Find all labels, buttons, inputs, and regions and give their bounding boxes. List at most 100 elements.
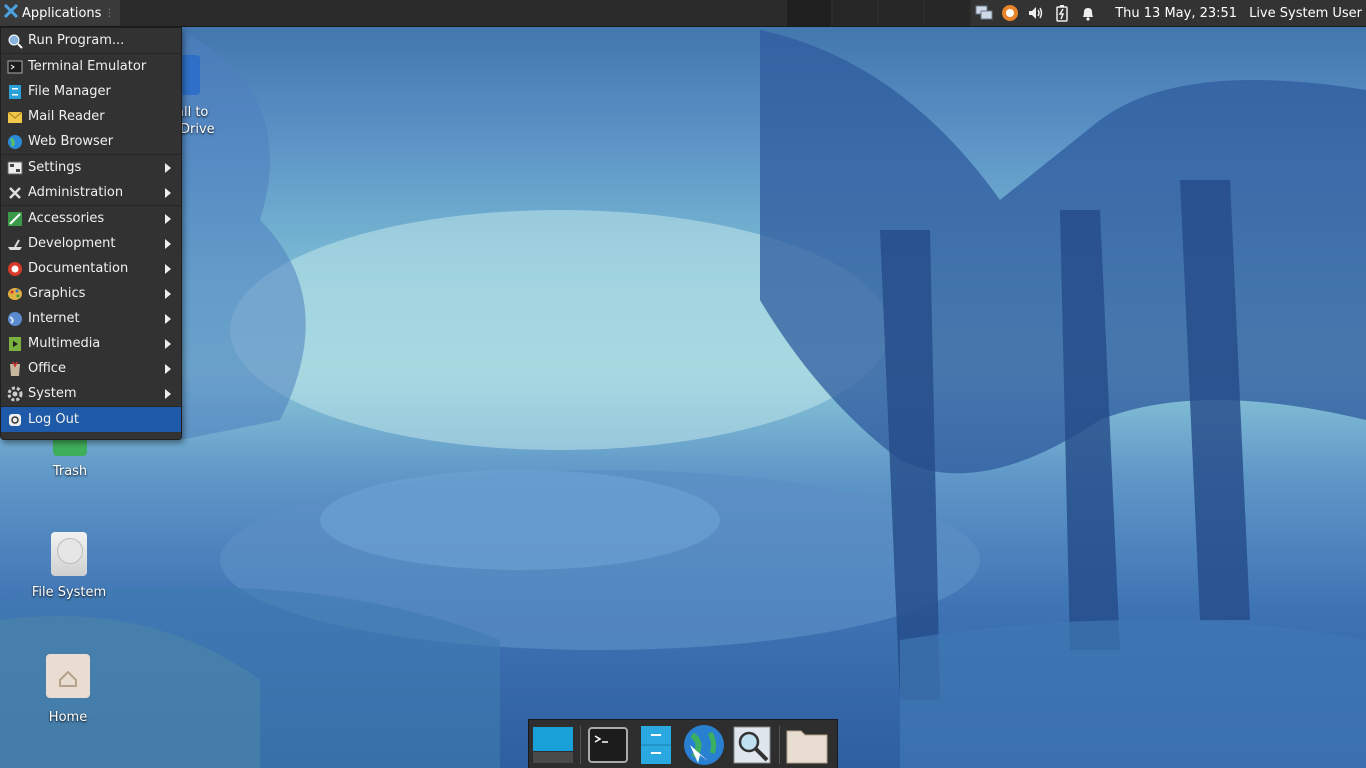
menu-item-graphics[interactable]: Graphics	[1, 281, 181, 306]
menu-item-accessories[interactable]: Accessories	[1, 206, 181, 231]
dock-separator	[779, 725, 780, 764]
submenu-arrow-icon	[165, 314, 171, 324]
accessories-icon	[7, 211, 23, 227]
office-icon	[7, 361, 23, 377]
menu-item-office[interactable]: Office	[1, 356, 181, 381]
desktop-icon-trash[interactable]: Trash	[25, 438, 115, 479]
web-browser-icon	[7, 134, 23, 150]
menu-item-label: Graphics	[28, 286, 86, 301]
menu-item-development[interactable]: Development	[1, 231, 181, 256]
dock-file-manager[interactable]	[634, 723, 678, 767]
dock-web-browser[interactable]	[682, 723, 726, 767]
dock-terminal[interactable]	[586, 723, 630, 767]
desktop-icon-home[interactable]: Home	[23, 654, 113, 725]
terminal-icon	[7, 59, 23, 75]
system-tray: Thu 13 May, 23:51 Live System User	[971, 0, 1366, 26]
menu-item-label: Web Browser	[28, 134, 114, 149]
menu-item-label: File Manager	[28, 84, 111, 99]
handle-icon: ⋮	[104, 7, 115, 19]
development-icon	[7, 236, 23, 252]
multimedia-icon	[7, 336, 23, 352]
xfce-logo-icon	[3, 3, 19, 22]
menu-item-system[interactable]: System	[1, 381, 181, 406]
trash-icon	[53, 438, 87, 456]
workspace-4[interactable]	[925, 0, 969, 26]
file-manager-icon	[641, 725, 671, 764]
desktop-icon-file-system[interactable]: File System	[24, 532, 114, 600]
menu-item-label: Multimedia	[28, 336, 101, 351]
documentation-icon	[7, 261, 23, 277]
menu-item-label: Terminal Emulator	[28, 59, 147, 74]
show-desktop-icon	[533, 726, 573, 763]
terminal-icon	[588, 726, 628, 763]
menu-item-label: Administration	[28, 185, 124, 200]
network-icon[interactable]	[975, 4, 993, 22]
applications-menu-button[interactable]: Applications ⋮	[0, 0, 121, 26]
menu-item-file-manager[interactable]: File Manager	[1, 79, 181, 104]
workspace-3[interactable]	[879, 0, 923, 26]
applications-menu: Run Program... Terminal Emulator File Ma…	[0, 27, 182, 440]
submenu-arrow-icon	[165, 289, 171, 299]
menu-item-web-browser[interactable]: Web Browser	[1, 129, 181, 154]
dock-app-finder[interactable]	[730, 723, 774, 767]
trash-label: Trash	[52, 464, 88, 479]
menu-item-multimedia[interactable]: Multimedia	[1, 331, 181, 356]
menu-item-label: Internet	[28, 311, 80, 326]
menu-item-label: System	[28, 386, 77, 401]
menu-item-run-program[interactable]: Run Program...	[1, 28, 181, 53]
folder-icon	[786, 730, 828, 763]
menu-item-log-out[interactable]: Log Out	[1, 407, 181, 432]
file-manager-icon	[7, 84, 23, 100]
workspace-1[interactable]	[787, 0, 831, 26]
mail-icon	[7, 109, 23, 125]
system-icon	[7, 386, 23, 402]
workspace-2[interactable]	[833, 0, 877, 26]
menu-item-internet[interactable]: Internet	[1, 306, 181, 331]
applications-label: Applications	[22, 5, 102, 21]
menu-item-label: Development	[28, 236, 116, 251]
notification-bell-icon[interactable]	[1079, 4, 1097, 22]
menu-item-label: Run Program...	[28, 33, 125, 48]
dock-show-desktop[interactable]	[531, 723, 575, 767]
installer-icon[interactable]	[1001, 4, 1019, 22]
top-panel: Applications ⋮ Thu 13 May, 23:51 Live Sy…	[0, 0, 1366, 27]
web-browser-icon	[684, 724, 724, 765]
administration-icon	[7, 185, 23, 201]
install-label-line2: Drive	[180, 122, 215, 137]
settings-icon	[7, 160, 23, 176]
submenu-arrow-icon	[165, 214, 171, 224]
submenu-arrow-icon	[165, 163, 171, 173]
submenu-arrow-icon	[165, 339, 171, 349]
bottom-dock	[528, 719, 838, 768]
home-folder-icon	[46, 654, 90, 698]
file-system-label: File System	[31, 585, 107, 600]
submenu-arrow-icon	[165, 239, 171, 249]
submenu-arrow-icon	[165, 264, 171, 274]
volume-icon[interactable]	[1027, 4, 1045, 22]
internet-icon	[7, 311, 23, 327]
home-label: Home	[48, 710, 88, 725]
hard-drive-icon	[51, 532, 87, 576]
logout-icon	[7, 412, 23, 428]
menu-item-label: Documentation	[28, 261, 129, 276]
clock[interactable]: Thu 13 May, 23:51	[1115, 6, 1237, 21]
menu-item-label: Settings	[28, 160, 82, 175]
run-program-icon	[7, 33, 23, 49]
menu-item-settings[interactable]: Settings	[1, 155, 181, 180]
menu-item-label: Office	[28, 361, 66, 376]
submenu-arrow-icon	[165, 188, 171, 198]
menu-item-label: Log Out	[28, 412, 79, 427]
search-icon	[733, 726, 771, 763]
battery-icon[interactable]	[1053, 4, 1071, 22]
submenu-arrow-icon	[165, 364, 171, 374]
menu-item-administration[interactable]: Administration	[1, 180, 181, 205]
user-menu[interactable]: Live System User	[1249, 6, 1362, 21]
dock-separator	[580, 725, 581, 764]
menu-item-label: Accessories	[28, 211, 105, 226]
graphics-icon	[7, 286, 23, 302]
dock-home-folder[interactable]	[785, 723, 829, 767]
menu-item-label: Mail Reader	[28, 109, 105, 124]
menu-item-terminal-emulator[interactable]: Terminal Emulator	[1, 54, 181, 79]
menu-item-documentation[interactable]: Documentation	[1, 256, 181, 281]
menu-item-mail-reader[interactable]: Mail Reader	[1, 104, 181, 129]
